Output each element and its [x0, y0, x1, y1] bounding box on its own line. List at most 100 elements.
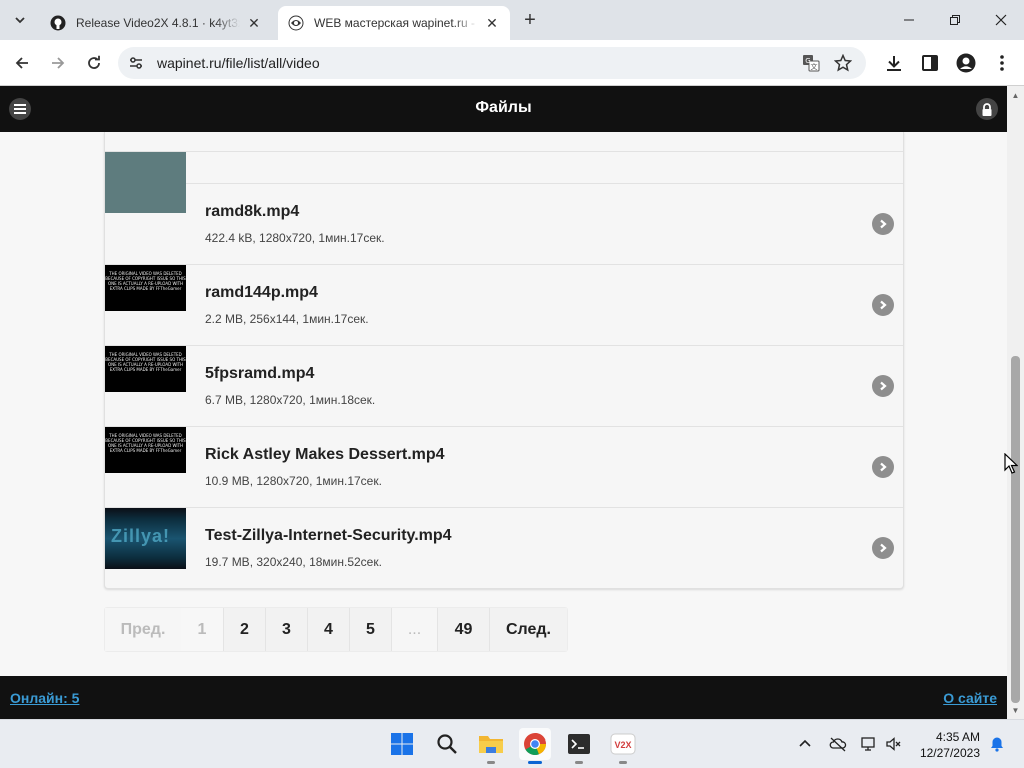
notification-bell-icon[interactable] [988, 735, 1006, 753]
prev-page-button: Пред. [105, 608, 181, 651]
page-4[interactable]: 4 [307, 608, 349, 651]
file-name: 5fpsramd.mp4 [205, 365, 315, 382]
reload-button[interactable] [82, 51, 106, 75]
close-window-button[interactable] [986, 8, 1016, 32]
browser-toolbar: wapinet.ru/file/list/all/video G文 [0, 40, 1024, 86]
site-header: Файлы [0, 86, 1007, 132]
video-thumbnail: THE ORIGINAL VIDEO WAS DELETED BECAUSE O… [105, 265, 186, 311]
thumbnail-text: THE ORIGINAL VIDEO WAS DELETED BECAUSE O… [105, 352, 186, 372]
url-text: wapinet.ru/file/list/all/video [157, 55, 320, 71]
list-item[interactable]: ramd8k.mp4 422.4 kB, 1280x720, 1мин.17се… [105, 152, 903, 264]
chevron-right-icon[interactable] [872, 456, 894, 478]
forward-button[interactable] [46, 51, 70, 75]
wapinet-icon [288, 15, 304, 31]
running-indicator [575, 761, 583, 764]
running-indicator [619, 761, 627, 764]
page-scrollbar[interactable]: ▲ ▼ [1007, 86, 1024, 719]
login-button[interactable] [976, 98, 998, 120]
page-3[interactable]: 3 [265, 608, 307, 651]
chevron-right-icon[interactable] [872, 294, 894, 316]
chevron-up-icon[interactable] [796, 735, 814, 753]
file-meta: 10.9 MB, 1280x720, 1мин.17сек. [205, 474, 382, 488]
clock-time: 4:35 AM [935, 730, 980, 744]
tab-wapinet[interactable]: WEB мастерская wapinet.ru - Файлы ✕ [278, 6, 510, 40]
video2x-button[interactable]: V2X [607, 728, 639, 764]
browser-tab-bar: Release Video2X 4.8.1 · k4yt3x/Video2X ✕… [0, 0, 1024, 40]
folder-icon [479, 736, 503, 753]
scroll-up-icon[interactable]: ▲ [1007, 88, 1024, 102]
side-panel-icon[interactable] [920, 53, 940, 73]
page-2[interactable]: 2 [223, 608, 265, 651]
arrow-left-icon [15, 57, 28, 69]
system-clock[interactable]: 4:35 AM 12/27/2023 [920, 729, 980, 761]
online-link[interactable]: Онлайн: 5 [10, 690, 79, 706]
video-thumbnail: THE ORIGINAL VIDEO WAS DELETED BECAUSE O… [105, 427, 186, 473]
site-info-icon[interactable] [128, 55, 144, 71]
file-explorer-button[interactable] [475, 728, 507, 764]
list-item[interactable] [105, 132, 903, 183]
windows-taskbar: V2X 4:35 AM 12/27/2023 [0, 719, 1024, 768]
pagination: Пред. 1 2 3 4 5 ... 49 След. [104, 607, 568, 652]
list-item[interactable]: THE ORIGINAL VIDEO WAS DELETED BECAUSE O… [105, 345, 903, 426]
tab-search-button[interactable] [8, 8, 32, 32]
list-item[interactable]: THE ORIGINAL VIDEO WAS DELETED BECAUSE O… [105, 426, 903, 507]
volume-muted-icon[interactable] [885, 735, 903, 753]
video-thumbnail [105, 152, 186, 213]
divider [105, 151, 903, 152]
clock-date: 12/27/2023 [919, 746, 980, 760]
restore-icon [950, 15, 960, 25]
svg-text:文: 文 [811, 62, 818, 71]
scroll-down-icon[interactable]: ▼ [1007, 703, 1024, 717]
page-title: Файлы [475, 99, 532, 116]
svg-text:V2X: V2X [614, 740, 631, 750]
file-meta: 2.2 MB, 256x144, 1мин.17сек. [205, 312, 369, 326]
minimize-button[interactable] [894, 8, 924, 32]
thumbnail-logo: Zillya! [111, 526, 171, 546]
mouse-cursor-icon [1004, 453, 1018, 474]
chevron-right-icon[interactable] [872, 537, 894, 559]
chevron-right-icon[interactable] [872, 375, 894, 397]
close-tab-icon[interactable]: ✕ [484, 15, 500, 31]
file-list: ramd8k.mp4 422.4 kB, 1280x720, 1мин.17се… [104, 132, 904, 589]
close-icon [995, 14, 1007, 26]
video-thumbnail: THE ORIGINAL VIDEO WAS DELETED BECAUSE O… [105, 346, 186, 392]
tab-title: WEB мастерская wapinet.ru - Файлы [314, 16, 478, 30]
translate-icon[interactable]: G文 [802, 54, 820, 72]
page-49[interactable]: 49 [437, 608, 489, 651]
thumbnail-text: THE ORIGINAL VIDEO WAS DELETED BECAUSE O… [105, 271, 186, 291]
thumbnail-text: THE ORIGINAL VIDEO WAS DELETED BECAUSE O… [105, 433, 186, 453]
profile-icon[interactable] [956, 53, 976, 73]
network-icon[interactable] [860, 735, 878, 753]
terminal-button[interactable] [563, 728, 595, 764]
download-icon[interactable] [884, 53, 904, 73]
star-icon[interactable] [834, 54, 852, 72]
chrome-button[interactable] [519, 728, 551, 764]
about-link[interactable]: О сайте [943, 690, 997, 706]
file-meta: 6.7 MB, 1280x720, 1мин.18сек. [205, 393, 376, 407]
list-item[interactable]: Zillya! Test-Zillya-Internet-Security.mp… [105, 507, 903, 588]
list-item[interactable]: THE ORIGINAL VIDEO WAS DELETED BECAUSE O… [105, 264, 903, 345]
pagination-ellipsis: ... [391, 608, 437, 651]
tab-title: Release Video2X 4.8.1 · k4yt3x/Video2X [76, 16, 240, 30]
tab-video2x[interactable]: Release Video2X 4.8.1 · k4yt3x/Video2X ✕ [40, 6, 272, 40]
scrollbar-thumb[interactable] [1011, 356, 1020, 703]
file-name: Rick Astley Makes Dessert.mp4 [205, 446, 445, 463]
close-tab-icon[interactable]: ✕ [246, 15, 262, 31]
search-button[interactable] [431, 728, 463, 760]
video-thumbnail: Zillya! [105, 508, 186, 569]
page-5[interactable]: 5 [349, 608, 391, 651]
chevron-down-icon [15, 17, 25, 24]
next-page-button[interactable]: След. [489, 608, 567, 651]
back-button[interactable] [10, 51, 34, 75]
main-content: ramd8k.mp4 422.4 kB, 1280x720, 1мин.17се… [0, 132, 1007, 676]
restore-button[interactable] [940, 8, 970, 32]
file-meta: 422.4 kB, 1280x720, 1мин.17сек. [205, 231, 385, 245]
running-indicator [487, 761, 495, 764]
new-tab-button[interactable]: + [520, 10, 540, 30]
onedrive-offline-icon[interactable] [829, 735, 847, 753]
page-1: 1 [197, 620, 207, 638]
address-bar[interactable]: wapinet.ru/file/list/all/video G文 [118, 47, 866, 79]
start-button[interactable] [386, 728, 418, 760]
more-options-icon[interactable] [992, 53, 1012, 73]
chevron-right-icon[interactable] [872, 213, 894, 235]
